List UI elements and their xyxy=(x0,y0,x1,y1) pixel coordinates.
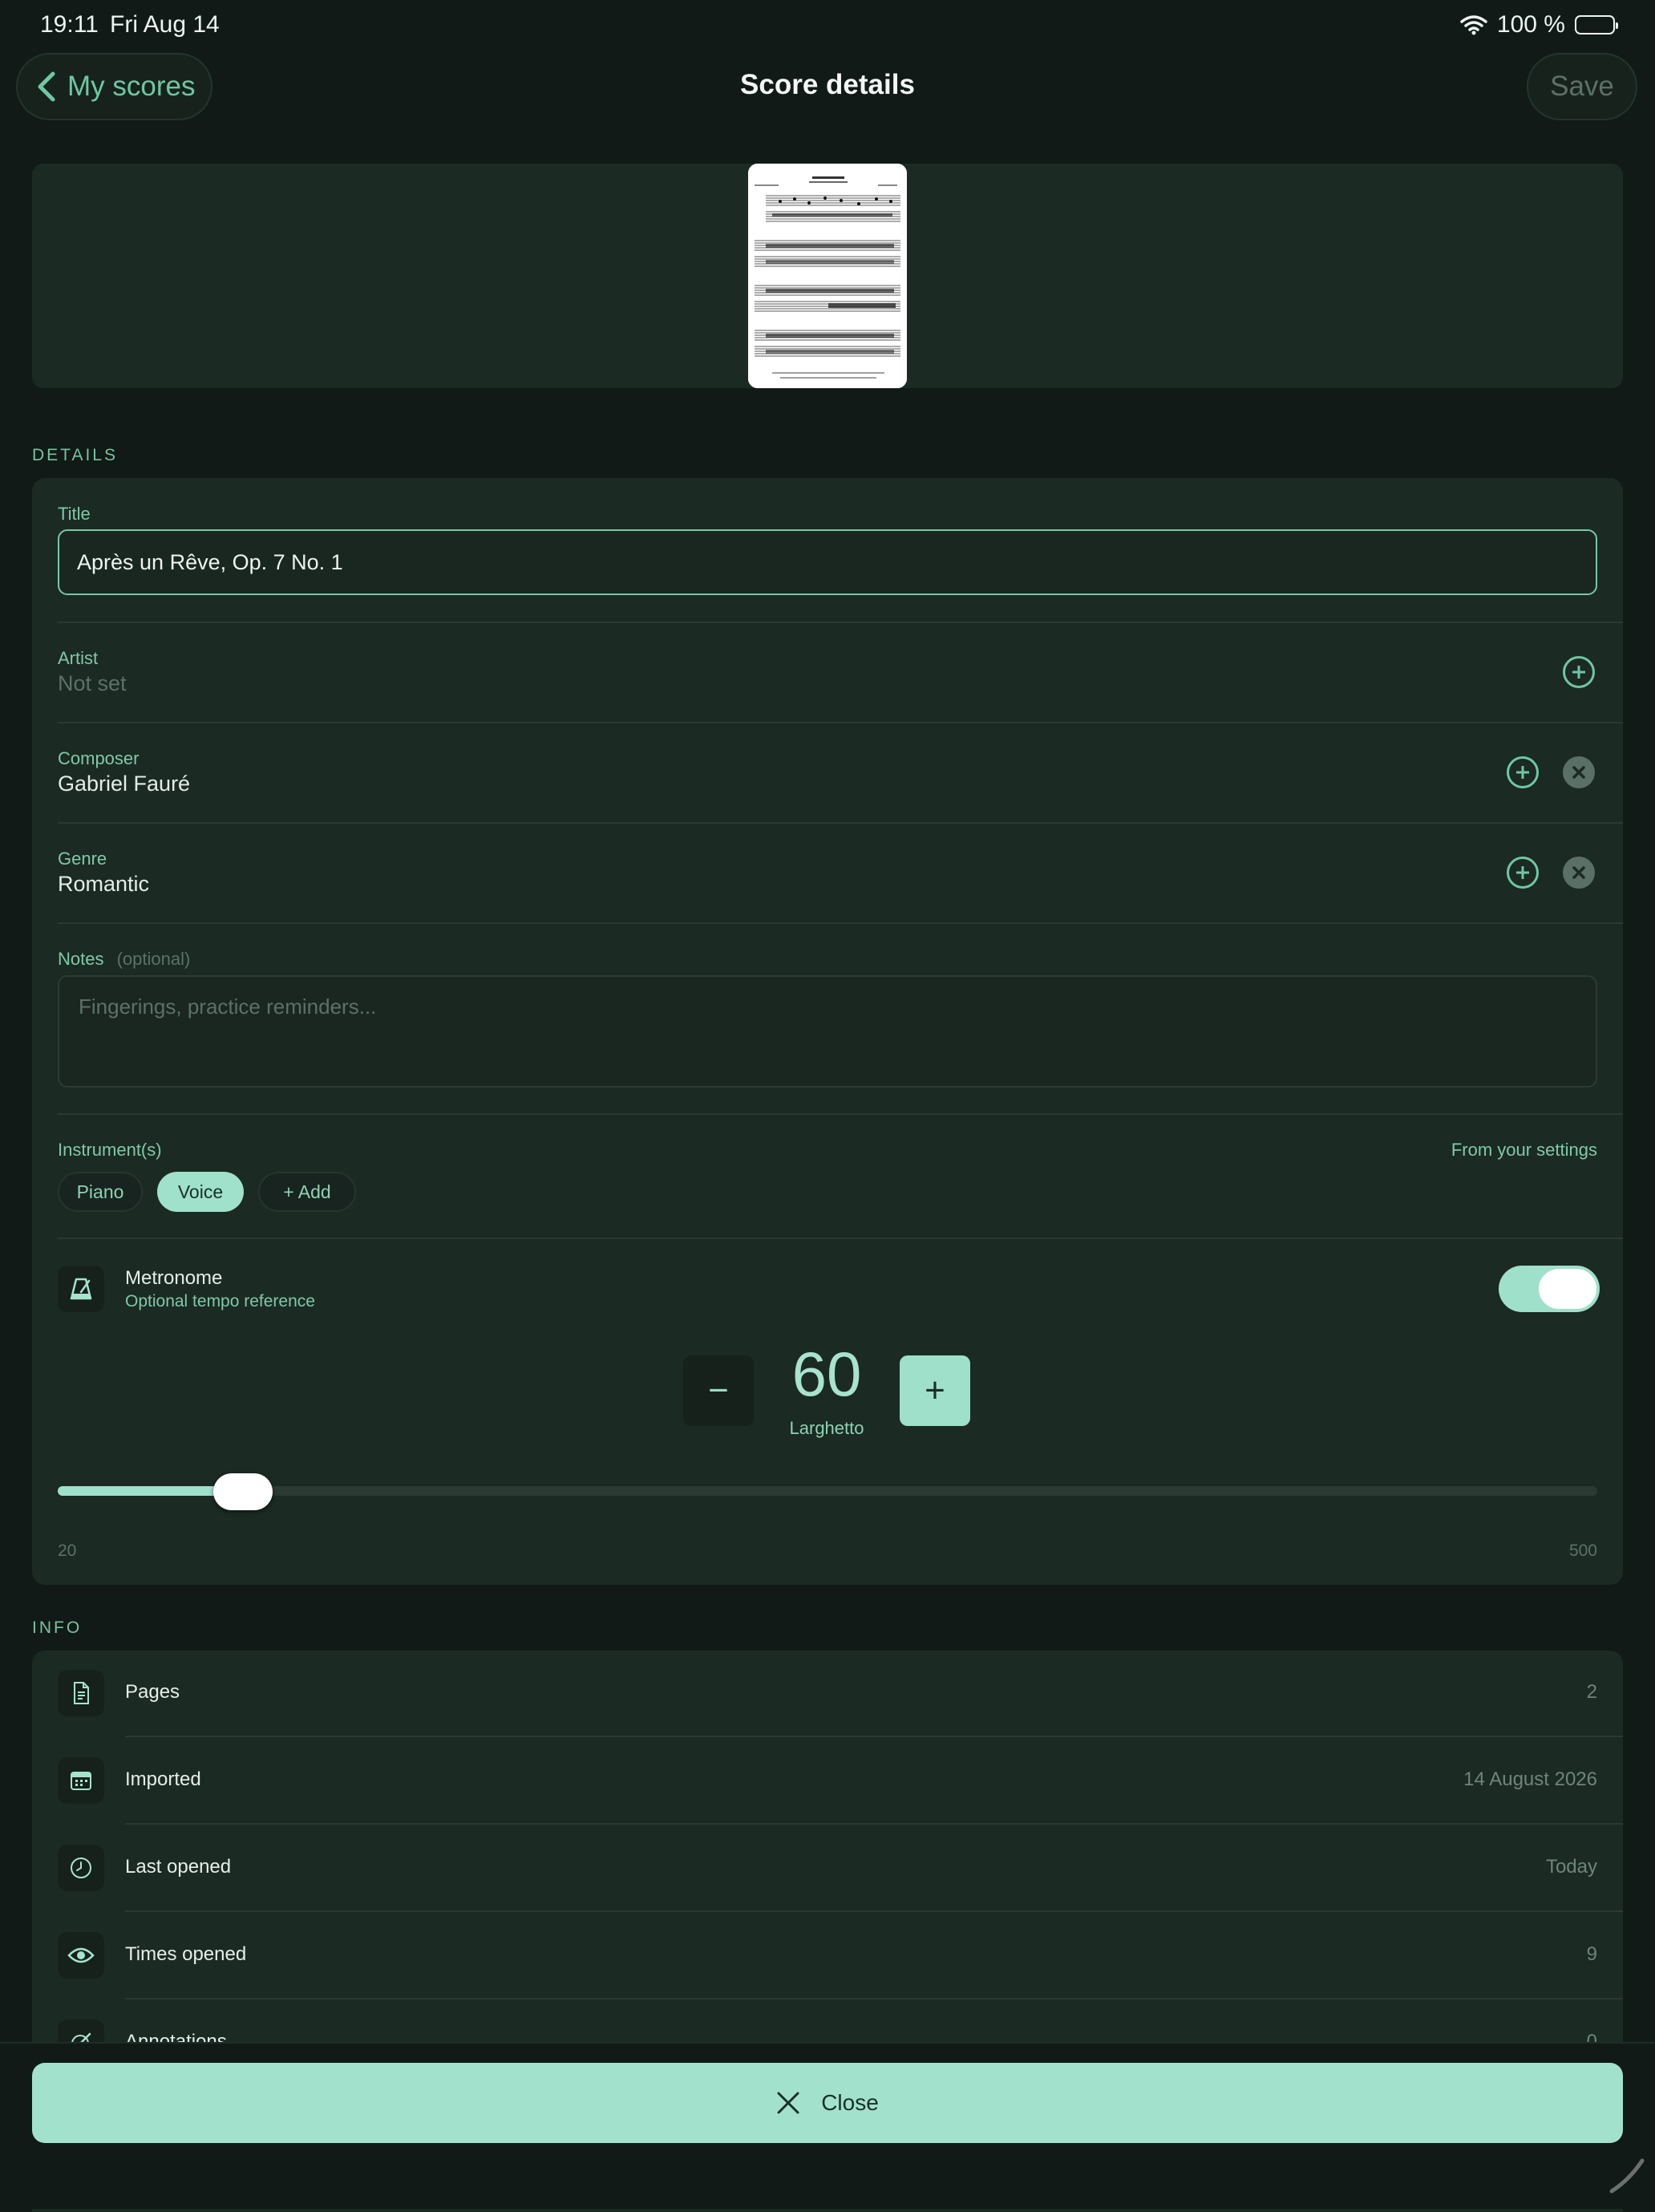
composer-label: Composer xyxy=(58,748,140,768)
notes-textarea[interactable]: Fingerings, practice reminders... xyxy=(58,975,1597,1088)
tempo-slider-thumb[interactable] xyxy=(213,1473,273,1510)
metronome-title: Metronome xyxy=(125,1267,223,1289)
clear-genre-button[interactable] xyxy=(1563,857,1595,889)
divider xyxy=(125,1823,1623,1825)
bpm-value: 60 xyxy=(791,1339,862,1409)
instruments-source: From your settings xyxy=(1451,1140,1597,1160)
instrument-chip-voice[interactable]: Voice xyxy=(157,1172,244,1212)
divider xyxy=(125,1998,1623,1999)
wifi-icon xyxy=(1460,15,1487,35)
divider xyxy=(58,622,1623,623)
divider xyxy=(58,1113,1623,1115)
status-indicators: 100 % xyxy=(1460,11,1618,38)
plus-icon xyxy=(1572,666,1585,679)
artist-label: Artist xyxy=(58,648,99,668)
close-button[interactable]: Close xyxy=(32,2063,1623,2143)
page-title: Score details xyxy=(740,69,915,100)
close-button-label: Close xyxy=(821,2090,879,2115)
sheet-music-image xyxy=(748,164,907,388)
notes-label-text: Notes xyxy=(58,949,104,969)
add-composer-button[interactable] xyxy=(1507,756,1539,788)
title-label: Title xyxy=(58,504,91,524)
genre-label: Genre xyxy=(58,849,107,869)
bpm-decrease-button[interactable]: − xyxy=(683,1355,754,1426)
artist-value[interactable]: Not set xyxy=(58,671,127,696)
info-value: Today xyxy=(1545,1856,1597,1878)
info-value: 2 xyxy=(1586,1681,1597,1703)
info-row-last-opened: Last opened Today xyxy=(32,1825,1623,1912)
info-value: 9 xyxy=(1586,1943,1597,1965)
document-icon xyxy=(58,1670,104,1716)
instruments-label: Instrument(s) xyxy=(58,1140,162,1160)
status-date: Fri Aug 14 xyxy=(110,11,220,38)
info-row-pages: Pages 2 xyxy=(32,1651,1623,1737)
metronome-toggle[interactable] xyxy=(1499,1266,1600,1312)
bpm-increase-button[interactable]: + xyxy=(900,1355,970,1426)
divider xyxy=(125,1910,1623,1912)
info-label: Times opened xyxy=(125,1943,247,1965)
notes-label: Notes (optional) xyxy=(58,949,190,970)
battery-percentage: 100 % xyxy=(1496,11,1565,38)
info-label: Last opened xyxy=(125,1856,232,1878)
toggle-knob xyxy=(1539,1269,1596,1309)
instrument-chip-piano[interactable]: Piano xyxy=(58,1172,143,1212)
score-thumbnail[interactable] xyxy=(748,164,907,388)
add-genre-button[interactable] xyxy=(1507,857,1539,889)
tempo-name: Larghetto xyxy=(789,1418,864,1438)
info-row-imported: Imported 14 August 2026 xyxy=(32,1738,1623,1825)
slider-max-label: 500 xyxy=(1568,1542,1597,1560)
plus-icon xyxy=(1516,866,1529,879)
clear-composer-button[interactable] xyxy=(1563,756,1595,788)
divider xyxy=(58,1238,1623,1239)
close-icon xyxy=(1572,866,1585,879)
eye-icon xyxy=(58,1932,104,1979)
plus-icon xyxy=(1516,766,1529,779)
info-value: 14 August 2026 xyxy=(1463,1768,1597,1790)
close-icon xyxy=(1572,766,1585,779)
close-icon xyxy=(777,2092,799,2114)
metronome-icon xyxy=(58,1266,104,1312)
add-instrument-button[interactable]: + Add xyxy=(258,1172,356,1212)
title-input[interactable] xyxy=(58,529,1597,595)
genre-value[interactable]: Romantic xyxy=(58,872,149,897)
divider xyxy=(58,722,1623,723)
save-button[interactable]: Save xyxy=(1527,53,1637,120)
tempo-slider-track[interactable] xyxy=(58,1486,1597,1496)
details-section-label: DETAILS xyxy=(32,446,118,464)
pencil-hover-indicator xyxy=(1609,2158,1645,2194)
status-time: 19:11 xyxy=(40,11,99,38)
info-label: Pages xyxy=(125,1681,180,1703)
clock-icon xyxy=(58,1845,104,1891)
divider xyxy=(58,922,1623,924)
add-artist-button[interactable] xyxy=(1563,656,1595,688)
divider xyxy=(58,822,1623,824)
composer-value[interactable]: Gabriel Fauré xyxy=(58,772,190,796)
info-row-times-opened: Times opened 9 xyxy=(32,1913,1623,1999)
info-label: Imported xyxy=(125,1768,201,1790)
notes-optional-hint: (optional) xyxy=(116,949,191,969)
info-section-label: INFO xyxy=(32,1618,83,1637)
battery-icon xyxy=(1575,15,1618,34)
metronome-subtitle: Optional tempo reference xyxy=(125,1292,315,1311)
slider-min-label: 20 xyxy=(58,1542,77,1560)
calendar-icon xyxy=(58,1757,104,1804)
divider xyxy=(125,1736,1623,1737)
